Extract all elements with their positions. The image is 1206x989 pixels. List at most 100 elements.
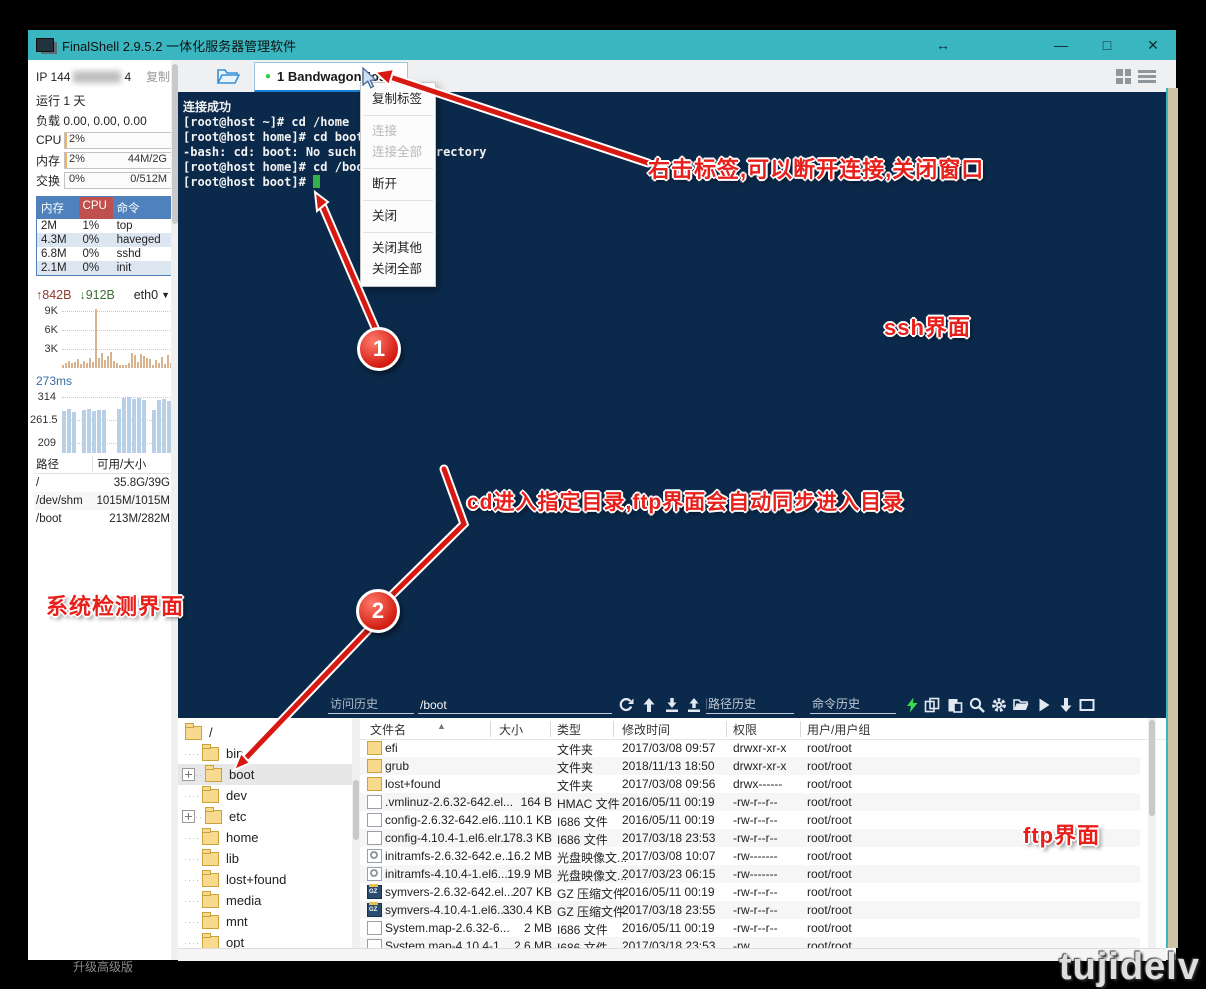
- col-owner[interactable]: 用户/用户组: [807, 721, 870, 738]
- table-row[interactable]: GZ symvers-2.6.32-642.el... 207 KB GZ 压缩…: [360, 883, 1140, 901]
- copy-icon[interactable]: [924, 697, 940, 713]
- tree-item-bin[interactable]: ···· bin: [178, 743, 352, 764]
- table-row[interactable]: System.map-2.6.32-6... 2 MB I686 文件 2016…: [360, 919, 1140, 937]
- file-icon: [367, 939, 382, 948]
- col-modified[interactable]: 修改时间: [622, 721, 670, 738]
- tree-item-opt[interactable]: ···· opt: [178, 932, 352, 948]
- command-history-input[interactable]: 命令历史: [810, 695, 896, 714]
- disk-row[interactable]: / 35.8G/39G: [34, 474, 172, 492]
- tree-item-dev[interactable]: ···· dev: [178, 785, 352, 806]
- visit-history-input[interactable]: 访问历史: [328, 695, 414, 714]
- gz-archive-icon: GZ: [367, 903, 382, 917]
- disk-row[interactable]: /dev/shm 1015M/1015M: [34, 492, 172, 510]
- paste-icon[interactable]: [947, 697, 963, 713]
- memory-meter: 内存 2% 44M/2G: [36, 152, 172, 168]
- terminal-line: -bash: cd: boot: No such file or directo…: [183, 145, 486, 160]
- chevron-down-icon[interactable]: ▼: [161, 290, 170, 300]
- run-icon[interactable]: [1036, 697, 1052, 713]
- maximize-button[interactable]: □: [1084, 37, 1130, 53]
- menu-item-copy-tab[interactable]: 复制标签: [361, 89, 435, 110]
- table-row[interactable]: efi 文件夹 2017/03/08 09:57 drwxr-xr-x root…: [360, 739, 1140, 757]
- col-command[interactable]: 命令: [113, 197, 171, 219]
- tab-context-menu: 复制标签 连接 连接全部 断开 关闭 关闭其他 关闭全部: [360, 82, 436, 287]
- annotation-ssh-label: ssh界面: [884, 310, 971, 342]
- window-mode-icon[interactable]: [1079, 697, 1095, 713]
- col-path[interactable]: 路径: [34, 456, 92, 472]
- refresh-icon[interactable]: [618, 697, 634, 713]
- list-view-icon[interactable]: [1138, 69, 1156, 84]
- table-row[interactable]: grub 文件夹 2018/11/13 18:50 drwxr-xr-x roo…: [360, 757, 1140, 775]
- connected-dot-icon: ●: [265, 71, 271, 82]
- download-icon[interactable]: [664, 697, 680, 713]
- process-row[interactable]: 2.1M 0% init: [37, 261, 171, 275]
- file-table-header: 文件名 ▲ 大小 类型 修改时间 权限 用户/用户组: [360, 718, 1166, 740]
- table-row[interactable]: System.map-4.10.4-1... 2.6 MB I686 文件 20…: [360, 937, 1140, 948]
- swap-detail: 0/512M: [130, 173, 167, 185]
- process-row[interactable]: 6.8M 0% sshd: [37, 247, 171, 261]
- expand-icon[interactable]: [182, 810, 195, 823]
- disk-row[interactable]: /boot 213M/282M: [34, 510, 172, 528]
- table-row[interactable]: lost+found 文件夹 2017/03/08 09:56 drwx----…: [360, 775, 1140, 793]
- open-folder-icon[interactable]: [216, 66, 240, 86]
- open-directory-icon[interactable]: [1013, 697, 1029, 713]
- file-table-scrollbar[interactable]: [1148, 718, 1156, 948]
- collapsed-side-tab[interactable]: [1166, 88, 1178, 948]
- menu-item-disconnect[interactable]: 断开: [361, 174, 435, 195]
- col-avail-size[interactable]: 可用/大小: [92, 456, 172, 472]
- swap-meter: 交换 0% 0/512M: [36, 172, 172, 188]
- net-ytick: 3K: [32, 343, 58, 355]
- folder-icon: [205, 768, 222, 782]
- col-filename[interactable]: 文件名: [370, 721, 406, 738]
- tree-item-mnt[interactable]: ···· mnt: [178, 911, 352, 932]
- ping-value: 273ms: [36, 374, 170, 388]
- table-row[interactable]: initramfs-4.10.4-1.el6.... 19.9 MB 光盘映像文…: [360, 865, 1140, 883]
- search-icon[interactable]: [969, 697, 985, 713]
- process-row[interactable]: 4.3M 0% haveged: [37, 233, 171, 247]
- col-type[interactable]: 类型: [557, 721, 581, 738]
- close-button[interactable]: ✕: [1130, 37, 1176, 54]
- ping-ytick: 209: [30, 437, 56, 449]
- minimize-button[interactable]: —: [1038, 37, 1084, 53]
- memory-meter-label: 内存: [36, 152, 64, 169]
- expand-icon[interactable]: [182, 768, 195, 781]
- upload-icon[interactable]: [686, 697, 702, 713]
- tree-item-etc[interactable]: ·· etc: [178, 806, 352, 827]
- lightning-icon[interactable]: [904, 697, 920, 713]
- terminal-cursor: [313, 175, 320, 188]
- folder-icon: [185, 726, 202, 740]
- watermark: tujidelv: [1059, 946, 1200, 989]
- down-arrow-icon[interactable]: [1058, 697, 1074, 713]
- col-size[interactable]: 大小: [499, 721, 523, 738]
- folder-icon: [367, 777, 382, 791]
- menu-item-close-others[interactable]: 关闭其他: [361, 238, 435, 259]
- tree-item-root[interactable]: /: [178, 722, 352, 743]
- tree-scrollbar[interactable]: [352, 718, 360, 948]
- terminal-line: [root@host ~]# cd /home: [183, 115, 349, 130]
- col-memory[interactable]: 内存: [37, 197, 79, 219]
- upgrade-link[interactable]: 升级高级版: [36, 958, 170, 975]
- process-row[interactable]: 2M 1% top: [37, 219, 171, 233]
- tree-item-media[interactable]: ···· media: [178, 890, 352, 911]
- table-row[interactable]: GZ symvers-4.10.4-1.el6.... 330.4 KB GZ …: [360, 901, 1140, 919]
- path-input[interactable]: /boot: [418, 698, 612, 714]
- load-label: 负载 0.00, 0.00, 0.00: [36, 112, 170, 129]
- grid-view-icon[interactable]: [1115, 68, 1132, 85]
- tree-item-boot[interactable]: ·· boot: [178, 764, 352, 785]
- tree-item-home[interactable]: ···· home: [178, 827, 352, 848]
- ftp-toolbar: 访问历史 /boot | 路径历史 命令历史: [178, 693, 1166, 718]
- gear-icon[interactable]: [991, 697, 1007, 713]
- menu-item-close[interactable]: 关闭: [361, 206, 435, 227]
- path-history-input[interactable]: 路径历史: [706, 695, 794, 714]
- col-cpu[interactable]: CPU: [79, 197, 113, 219]
- terminal-line: [root@host boot]#: [183, 175, 320, 190]
- table-row[interactable]: .vmlinuz-2.6.32-642.el... 164 B HMAC 文件 …: [360, 793, 1140, 811]
- col-permissions[interactable]: 权限: [733, 721, 757, 738]
- copy-ip-button[interactable]: 复制: [146, 68, 170, 85]
- menu-item-close-all[interactable]: 关闭全部: [361, 259, 435, 280]
- annotation-system-label: 系统检测界面: [46, 589, 184, 621]
- interface-select[interactable]: eth0: [134, 288, 158, 302]
- resize-icon[interactable]: ↔: [908, 37, 978, 53]
- tree-item-lib[interactable]: ···· lib: [178, 848, 352, 869]
- tree-item-lost-found[interactable]: ···· lost+found: [178, 869, 352, 890]
- parent-directory-icon[interactable]: [641, 697, 657, 713]
